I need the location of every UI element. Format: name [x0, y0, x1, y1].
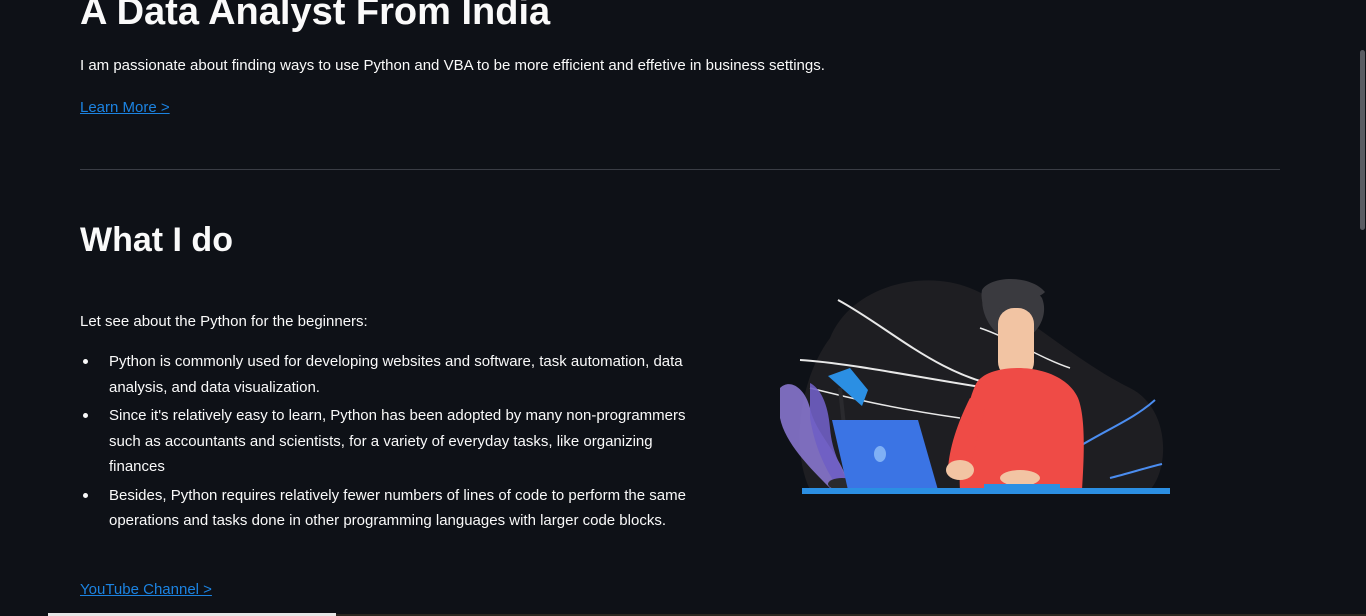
learn-more-link[interactable]: Learn More > — [80, 98, 170, 118]
hero-title: A Data Analyst From India — [80, 0, 551, 33]
python-bullet-list: Python is commonly used for developing w… — [80, 349, 709, 537]
hero-description: I am passionate about finding ways to us… — [80, 57, 825, 74]
list-item: Python is commonly used for developing w… — [83, 349, 709, 400]
list-item: Besides, Python requires relatively fewe… — [83, 483, 709, 534]
list-item: Since it's relatively easy to learn, Pyt… — [83, 403, 709, 480]
scrollbar-thumb[interactable] — [1360, 50, 1365, 230]
section-divider — [80, 169, 1280, 170]
section-title: What I do — [80, 221, 233, 259]
page: A Data Analyst From India I am passionat… — [0, 0, 1366, 616]
section-intro: Let see about the Python for the beginne… — [80, 313, 368, 330]
developer-illustration — [780, 279, 1170, 494]
youtube-channel-link[interactable]: YouTube Channel > — [80, 580, 212, 600]
